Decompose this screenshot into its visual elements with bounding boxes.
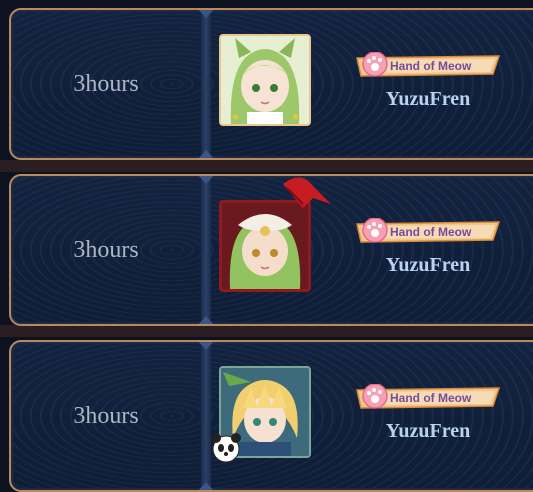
player-name[interactable]: YuzuFren [353,420,503,443]
badge-text: Hand of Meow [390,59,472,73]
hand-of-meow-badge-icon: Hand of Meow [356,218,501,243]
player-name[interactable]: YuzuFren [353,254,503,277]
red-bow-icon [283,177,331,208]
avatar-portrait-icon [222,203,308,289]
duration-label: 3hours [73,70,139,97]
duration-label: 3hours [73,402,139,429]
badge-text: Hand of Meow [390,391,472,405]
avatar-portrait-icon: ★ ★ [221,36,309,124]
badge-text: Hand of Meow [390,225,472,239]
avatar[interactable]: ★ ★ [219,34,311,126]
duration-label: 3hours [73,236,139,263]
row-divider [201,10,211,158]
svg-text:★: ★ [231,112,240,123]
hand-of-meow-badge-icon: Hand of Meow [356,384,501,409]
reward-row: 3hours ★ ★ Hand of Meow YuzuFren [9,8,533,160]
reward-row: 3hours Hand of Meow YuzuFren [9,174,533,326]
svg-text:★: ★ [291,112,300,123]
player-name[interactable]: YuzuFren [353,88,503,111]
hand-of-meow-badge-icon: Hand of Meow [356,52,501,77]
row-divider [201,342,211,490]
panda-icon [211,433,241,463]
reward-row: 3hours Hand of Meow YuzuFren [9,340,533,492]
row-divider [201,176,211,324]
